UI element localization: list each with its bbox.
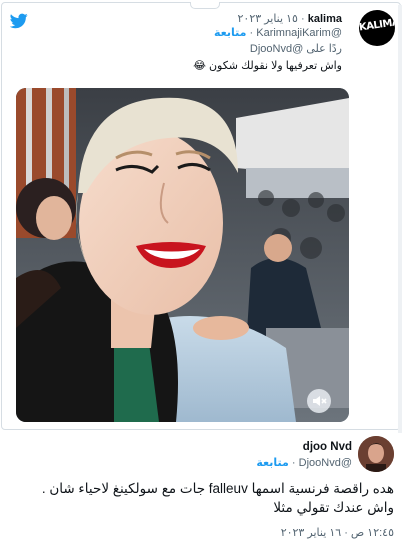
main-author-name[interactable]: djoo Nvd [303,441,352,453]
tweet-video[interactable] [16,88,349,422]
header-separator: · [301,13,305,25]
reply-prefix: ردًا على [306,43,342,55]
quoted-author-name[interactable]: kalima [308,13,342,25]
main-tweet-text: هده راقصة فرنسية اسمها falleuv جات مع سو… [41,481,394,515]
main-author-handle[interactable]: @DjooNvd [299,457,352,469]
main-tweet-timestamp[interactable]: ١٢:٤٥ ص · ١٦ يناير ٢٠٢٣ [281,526,394,539]
quoted-tweet-card[interactable]: KALIMA kalima · ١٥ يناير ٢٠٢٣ @Karimnaji… [1,2,402,433]
quoted-author-avatar[interactable]: KALIMA [359,10,395,46]
card-tab-decoration [190,2,220,9]
quoted-tweet-header: kalima · ١٥ يناير ٢٠٢٣ [238,13,343,26]
card-scrollbar[interactable] [398,5,402,433]
subheader-separator: · [249,27,254,39]
mute-toggle-button[interactable] [307,389,331,413]
video-frame-image [16,88,349,422]
main-follow-button[interactable]: متابعة [256,457,288,469]
quoted-follow-button[interactable]: متابعة [214,27,246,39]
reply-handle[interactable]: @DjooNvd [250,43,303,55]
main-subheader-separator: · [291,457,296,469]
quoted-tweet-subheader: @KarimnajiKarim · متابعة [214,27,342,40]
speaker-mute-icon [313,396,327,406]
main-tweet-header: djoo Nvd [303,441,352,454]
avatar-logo-text: KALIMA [359,16,395,34]
reply-context: ردًا على @DjooNvd [250,43,342,56]
quoted-author-handle[interactable]: @KarimnajiKarim [256,27,342,39]
quoted-tweet-text: واش تعرفيها ولا نقولك شكون 😂 [193,60,342,72]
avatar-photo [358,436,394,472]
main-tweet-subheader: @DjooNvd · متابعة [256,457,352,470]
quoted-tweet-date[interactable]: ١٥ يناير ٢٠٢٣ [238,13,298,25]
main-author-avatar[interactable] [358,436,394,472]
twitter-bird-icon[interactable] [10,13,28,29]
